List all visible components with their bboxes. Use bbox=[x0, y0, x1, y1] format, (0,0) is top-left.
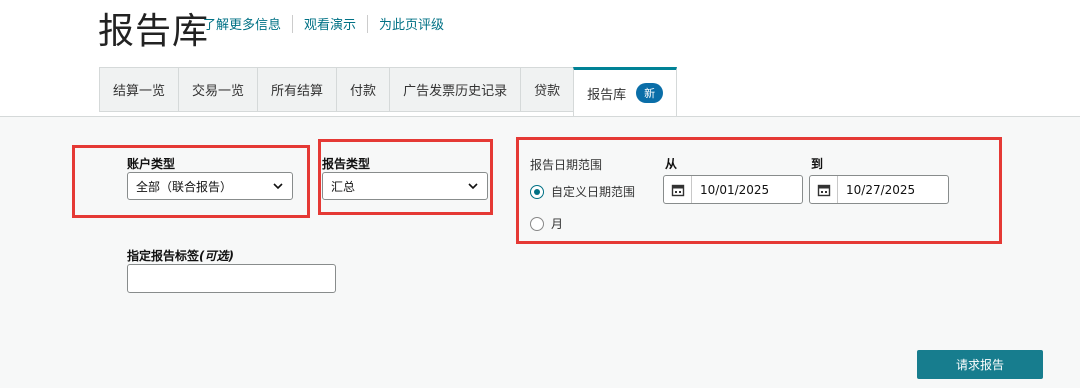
custom-range-label: 自定义日期范围 bbox=[551, 185, 636, 199]
chevron-down-icon bbox=[468, 183, 478, 190]
rate-page-link[interactable]: 为此页评级 bbox=[379, 14, 444, 33]
report-tag-input[interactable] bbox=[127, 264, 336, 293]
to-date-field[interactable]: 10/27/2025 bbox=[809, 175, 949, 204]
radio-unchecked-icon bbox=[530, 216, 544, 231]
page-title: 报告库 bbox=[98, 11, 210, 52]
from-date-value: 10/01/2025 bbox=[700, 182, 770, 197]
calendar-icon[interactable] bbox=[664, 176, 692, 203]
to-date-value: 10/27/2025 bbox=[846, 182, 916, 197]
tab-settlement-summary[interactable]: 结算一览 bbox=[99, 67, 179, 112]
account-type-value: 全部（联合报告） bbox=[136, 179, 233, 194]
tab-report-library[interactable]: 报告库 新 bbox=[573, 67, 678, 116]
tab-payments[interactable]: 付款 bbox=[336, 67, 390, 112]
tab-bar: 结算一览 交易一览 所有结算 付款 广告发票历史记录 贷款 报告库 新 bbox=[99, 67, 678, 116]
report-tag-label-text: 指定报告标签 bbox=[127, 249, 200, 263]
watch-demo-link[interactable]: 观看演示 bbox=[304, 14, 356, 33]
link-divider bbox=[367, 14, 369, 33]
report-type-value: 汇总 bbox=[331, 179, 356, 194]
request-report-button[interactable]: 请求报告 bbox=[917, 350, 1043, 379]
report-type-label: 报告类型 bbox=[322, 157, 371, 171]
optional-hint: (可选) bbox=[199, 249, 234, 263]
radio-checked-icon bbox=[530, 184, 544, 199]
tab-ad-invoice-history[interactable]: 广告发票历史记录 bbox=[389, 67, 521, 112]
chevron-down-icon bbox=[273, 183, 283, 190]
month-label: 月 bbox=[551, 217, 564, 231]
tab-loans[interactable]: 贷款 bbox=[520, 67, 574, 112]
date-range-label: 报告日期范围 bbox=[530, 158, 603, 172]
page-header: 报告库 了解更多信息 观看演示 为此页评级 结算一览 交易一览 所有结算 付款 … bbox=[0, 0, 1080, 116]
tab-transaction-summary[interactable]: 交易一览 bbox=[178, 67, 258, 112]
month-radio[interactable]: 月 bbox=[530, 215, 563, 232]
tab-all-settlements[interactable]: 所有结算 bbox=[257, 67, 337, 112]
report-type-select[interactable]: 汇总 bbox=[322, 172, 488, 200]
new-badge: 新 bbox=[636, 83, 664, 103]
link-divider bbox=[292, 14, 294, 33]
tab-label: 报告库 bbox=[587, 87, 627, 103]
from-date-field[interactable]: 10/01/2025 bbox=[663, 175, 803, 204]
from-label: 从 bbox=[665, 157, 678, 171]
custom-range-radio[interactable]: 自定义日期范围 bbox=[530, 183, 635, 200]
report-tag-label: 指定报告标签(可选) bbox=[127, 247, 234, 264]
calendar-icon[interactable] bbox=[810, 176, 838, 203]
account-type-select[interactable]: 全部（联合报告） bbox=[127, 172, 293, 200]
learn-more-link[interactable]: 了解更多信息 bbox=[203, 14, 281, 33]
account-type-label: 账户类型 bbox=[127, 157, 176, 171]
to-label: 到 bbox=[811, 157, 824, 171]
header-links: 了解更多信息 观看演示 为此页评级 bbox=[203, 14, 444, 33]
